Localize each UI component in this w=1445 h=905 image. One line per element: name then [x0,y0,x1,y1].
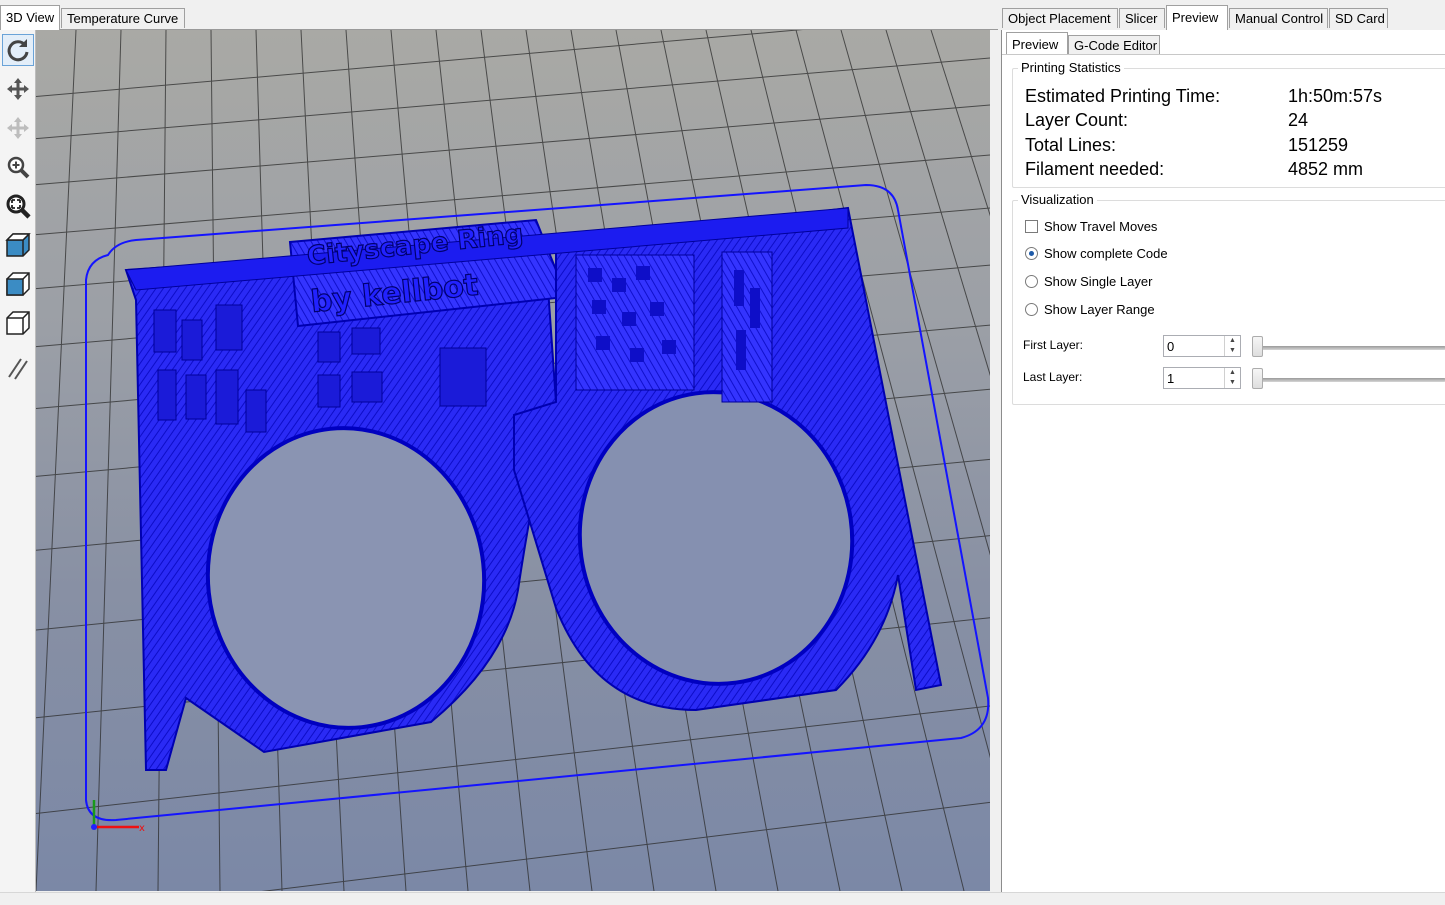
filament-needed-label: Filament needed: [1025,159,1165,179]
spin-up-icon[interactable]: ▲ [1224,368,1240,378]
svg-text:x: x [139,823,145,834]
last-layer-slider-thumb[interactable] [1252,368,1263,389]
first-layer-slider-thumb[interactable] [1252,336,1263,357]
show-complete-code-label: Show complete Code [1044,246,1168,261]
zoom-tool[interactable] [2,151,34,183]
rotate-icon [7,39,29,62]
tab-object-placement[interactable]: Object Placement [1002,8,1118,28]
filament-needed-value: 4852 mm [1288,159,1364,179]
last-layer-value: 1 [1167,371,1175,386]
show-complete-code-option[interactable]: Show complete Code [1025,246,1168,261]
show-single-layer-option[interactable]: Show Single Layer [1025,274,1152,289]
tab-sd-card[interactable]: SD Card [1329,8,1388,28]
show-complete-code-radio[interactable] [1025,247,1038,260]
show-travel-moves-label: Show Travel Moves [1044,219,1158,234]
first-layer-label: First Layer: [1023,338,1084,352]
show-layer-range-label: Show Layer Range [1044,302,1155,317]
subtab-preview[interactable]: Preview [1006,32,1068,55]
layer-count-label: Layer Count: [1025,110,1129,130]
first-layer-value: 0 [1167,339,1175,354]
show-travel-moves-option[interactable]: Show Travel Moves [1025,219,1157,234]
layer-count-value: 24 [1288,110,1309,130]
last-layer-slider[interactable] [1260,378,1445,382]
subtab-divider [1002,54,1445,55]
printing-statistics-title: Printing Statistics [1018,60,1124,75]
tab-manual-control[interactable]: Manual Control [1229,8,1328,28]
total-lines-label: Total Lines: [1025,135,1117,155]
rotate-tool[interactable] [2,34,34,66]
tab-preview[interactable]: Preview [1166,5,1228,30]
cube-iso-icon [5,233,31,257]
zoom-icon [7,156,30,179]
right-panel: Preview G-Code Editor Printing Statistic… [1001,30,1445,892]
build-plate-scene: Cityscape Ring by kellbot x [36,30,990,891]
parallel-projection-tool[interactable] [2,352,34,384]
last-layer-label: Last Layer: [1023,370,1083,384]
spin-up-icon[interactable]: ▲ [1224,336,1240,346]
top-view-tool[interactable] [2,307,34,339]
tab-slicer[interactable]: Slicer [1119,8,1165,28]
move-object-icon [7,117,29,139]
view-toolbar [0,30,36,892]
estimated-time-label: Estimated Printing Time: [1025,86,1221,106]
show-single-layer-label: Show Single Layer [1044,274,1153,289]
last-layer-spinbox[interactable]: 1 ▲ ▼ [1163,367,1241,389]
tab-3d-view[interactable]: 3D View [0,5,60,30]
move-object-tool[interactable] [2,112,34,144]
show-layer-range-radio[interactable] [1025,303,1038,316]
tab-temperature-curve[interactable]: Temperature Curve [61,8,185,28]
status-bar [0,892,1445,905]
cube-top-icon [6,311,30,335]
subtab-gcode-editor[interactable]: G-Code Editor [1068,35,1160,55]
estimated-time-value: 1h:50m:57s [1288,86,1383,106]
front-view-tool[interactable] [2,268,34,300]
show-travel-moves-checkbox[interactable] [1025,220,1038,233]
3d-viewport[interactable]: Cityscape Ring by kellbot x [36,30,990,891]
fit-view-tool[interactable] [2,190,34,222]
zoom-fit-icon [6,194,31,219]
splitter[interactable] [990,30,1000,892]
parallel-lines-icon [8,358,28,380]
first-layer-slider[interactable] [1260,346,1445,350]
show-layer-range-option[interactable]: Show Layer Range [1025,302,1155,317]
first-layer-spinbox[interactable]: 0 ▲ ▼ [1163,335,1241,357]
total-lines-value: 151259 [1288,135,1349,155]
move-icon [7,78,29,100]
isometric-view-tool[interactable] [2,229,34,261]
spin-down-icon[interactable]: ▼ [1224,378,1240,388]
spin-down-icon[interactable]: ▼ [1224,346,1240,356]
cube-front-icon [6,272,30,296]
move-view-tool[interactable] [2,73,34,105]
show-single-layer-radio[interactable] [1025,275,1038,288]
visualization-title: Visualization [1018,192,1097,207]
